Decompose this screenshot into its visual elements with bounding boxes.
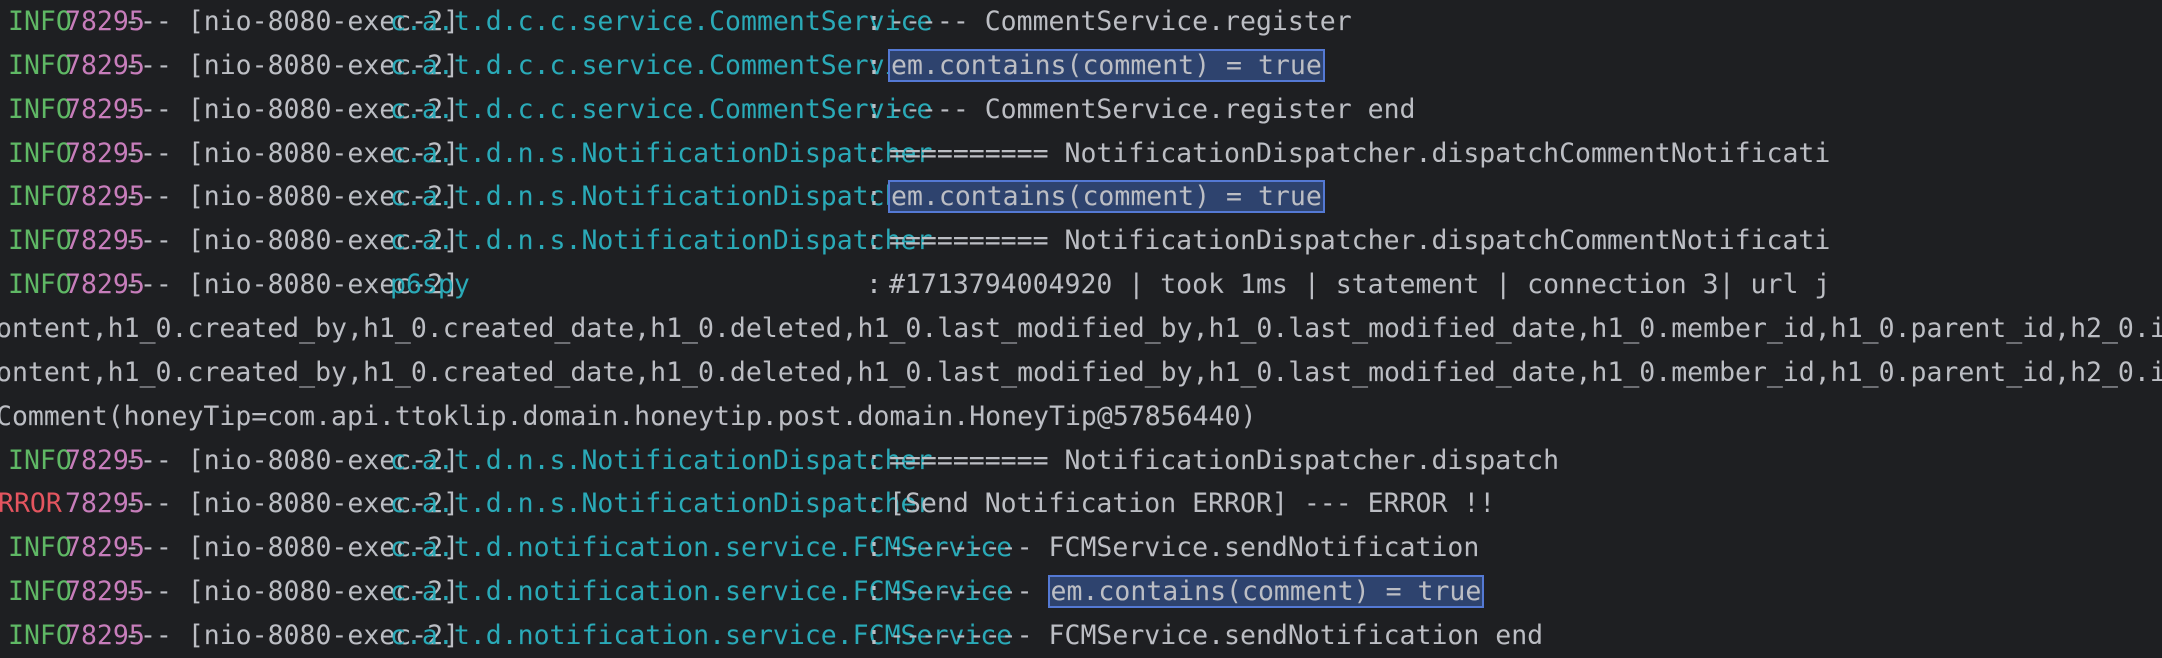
log-line[interactable]: INFO 78295 --- [nio-8080-exec-2] c.a.t.d.no…	[0, 570, 2162, 614]
log-logger: c.a.t.d.n.s.NotificationDispatcher	[390, 225, 933, 257]
log-message: [Send Notification ERROR] --- ERROR !!	[889, 482, 1495, 526]
log-message-text: [Send Notification ERROR] --- ERROR !!	[889, 488, 1496, 520]
log-level: RROR	[0, 488, 62, 520]
log-message-text: ========== NotificationDispatcher.dispat…	[889, 444, 1560, 476]
log-logger: c.a.t.d.c.c.service.CommentService	[390, 6, 933, 37]
log-separator: :	[866, 444, 882, 476]
log-message: --------- em.contains(comment) = true	[889, 570, 1485, 614]
log-message: em.contains(comment) = true	[888, 175, 1325, 219]
log-separator: :	[866, 93, 882, 125]
log-separator: :	[866, 488, 882, 520]
log-logger: c.a.t.d.c.c.service.CommentService	[390, 49, 933, 81]
log-message-text: ========== NotificationDispatcher.dispat…	[889, 225, 1831, 257]
log-logger: c.a.t.d.n.s.NotificationDispatcher	[390, 444, 933, 476]
log-message-text: ----- CommentService.register	[889, 6, 1352, 37]
log-level: INFO	[8, 181, 72, 213]
log-level: INFO	[8, 6, 72, 37]
log-message-text: ----- CommentService.register end	[889, 93, 1416, 125]
log-logger: c.a.t.d.n.s.NotificationDispatcher	[390, 137, 933, 169]
search-match-highlight: em.contains(comment) = true	[888, 180, 1325, 214]
log-line[interactable]: INFO 78295 --- [nio-8080-exec-2] c.a.t.d.n.…	[0, 132, 2162, 176]
log-level: INFO	[8, 444, 72, 476]
log-level: INFO	[8, 269, 72, 301]
search-match-highlight: em.contains(comment) = true	[888, 48, 1325, 82]
log-message: --------- FCMService.sendNotification	[889, 526, 1479, 570]
log-message-text: ========== NotificationDispatcher.dispat…	[889, 137, 1831, 169]
log-console[interactable]: INFO 78295 --- [nio-8080-exec-2] c.a.t.d.c.…	[0, 0, 2162, 658]
log-separator: :	[866, 181, 882, 213]
log-line[interactable]: INFO 78295 --- [nio-8080-exec-2] c.a.t.d.n.…	[0, 219, 2162, 263]
log-line[interactable]: Comment(honeyTip=com.api.ttoklip.domain.…	[0, 395, 2162, 439]
log-line[interactable]: ontent,h1_0.created_by,h1_0.created_date…	[0, 351, 2162, 395]
log-continuation-text: Comment(honeyTip=com.api.ttoklip.domain.…	[0, 400, 1257, 432]
log-level: INFO	[8, 619, 72, 651]
log-message-text: --------- FCMService.sendNotification en…	[889, 619, 1544, 651]
log-level: INFO	[8, 225, 72, 257]
log-separator: :	[866, 532, 882, 564]
log-line[interactable]: ontent,h1_0.created_by,h1_0.created_date…	[0, 307, 2162, 351]
log-continuation-text: ontent,h1_0.created_by,h1_0.created_date…	[0, 312, 2162, 344]
log-logger: c.a.t.d.n.s.NotificationDispatcher	[390, 181, 933, 213]
log-level: INFO	[8, 137, 72, 169]
log-logger: c.a.t.d.c.c.service.CommentService	[390, 93, 933, 125]
log-message: --------- FCMService.sendNotification en…	[889, 614, 1543, 658]
log-separator: :	[866, 137, 882, 169]
log-line[interactable]: INFO 78295 --- [nio-8080-exec-2] c.a.t.d.no…	[0, 526, 2162, 570]
log-message-text: --------- FCMService.sendNotification	[889, 532, 1480, 564]
search-match-highlight: em.contains(comment) = true	[1047, 575, 1485, 609]
log-level: INFO	[8, 576, 72, 608]
log-line[interactable]: INFO 78295 --- [nio-8080-exec-2] c.a.t.d.c.…	[0, 44, 2162, 88]
log-continuation-text: ontent,h1_0.created_by,h1_0.created_date…	[0, 356, 2162, 388]
log-message-text: ---------	[889, 576, 1049, 608]
log-message: em.contains(comment) = true	[888, 44, 1325, 88]
log-line[interactable]: INFO 78295 --- [nio-8080-exec-2] c.a.t.d.c.…	[0, 88, 2162, 132]
log-logger: c.a.t.d.n.s.NotificationDispatcher	[390, 488, 933, 520]
log-message: ========== NotificationDispatcher.dispat…	[889, 132, 1830, 176]
log-separator: :	[866, 49, 882, 81]
log-separator: :	[866, 269, 882, 301]
log-line[interactable]: RROR 78295 --- [nio-8080-exec-2] c.a.t.d.n.…	[0, 482, 2162, 526]
log-level: INFO	[8, 49, 72, 81]
log-line[interactable]: INFO 78295 --- [nio-8080-exec-2] c.a.t.d.no…	[0, 614, 2162, 658]
log-message: ========== NotificationDispatcher.dispat…	[889, 439, 1559, 483]
log-line[interactable]: INFO 78295 --- [nio-8080-exec-2] c.a.t.d.n.…	[0, 439, 2162, 483]
log-message: ========== NotificationDispatcher.dispat…	[889, 219, 1830, 263]
log-message: ----- CommentService.register end	[889, 88, 1416, 132]
log-separator: :	[866, 6, 882, 37]
log-message: ----- CommentService.register	[889, 0, 1352, 44]
log-separator: :	[866, 576, 882, 608]
log-line[interactable]: INFO 78295 --- [nio-8080-exec-2] c.a.t.d.n.…	[0, 175, 2162, 219]
log-message-text: #1713794004920 | took 1ms | statement | …	[889, 269, 1831, 301]
log-message: #1713794004920 | took 1ms | statement | …	[889, 263, 1830, 307]
log-line[interactable]: INFO 78295 --- [nio-8080-exec-2] c.a.t.d.c.…	[0, 0, 2162, 44]
log-separator: :	[866, 619, 882, 651]
log-separator: :	[866, 225, 882, 257]
log-line[interactable]: INFO 78295 --- [nio-8080-exec-2] p6spy: #171…	[0, 263, 2162, 307]
log-level: INFO	[8, 532, 72, 564]
log-level: INFO	[8, 93, 72, 125]
log-logger: p6spy	[390, 269, 470, 301]
